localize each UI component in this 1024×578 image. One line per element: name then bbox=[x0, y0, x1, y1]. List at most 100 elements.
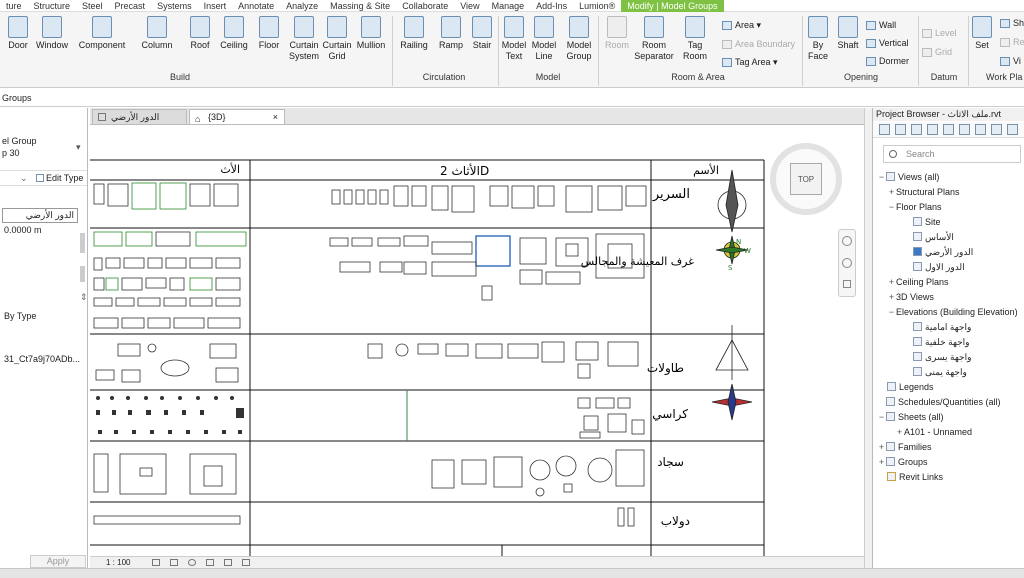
close-tab-icon[interactable]: × bbox=[273, 110, 278, 124]
link-icon[interactable] bbox=[1007, 124, 1018, 135]
tree-plan-site[interactable]: Site bbox=[913, 216, 941, 228]
legend-icon[interactable] bbox=[943, 124, 954, 135]
properties-scroll-thumb[interactable] bbox=[80, 266, 85, 282]
model-text-button[interactable]: Model Text bbox=[500, 16, 528, 62]
tree-elev-right[interactable]: واجهة يمنى bbox=[913, 366, 967, 378]
tab-structure[interactable]: Structure bbox=[28, 0, 77, 12]
tree-plan-ground-floor[interactable]: الدور الأرضي bbox=[913, 246, 973, 258]
tree-sheets[interactable]: − Sheets (all) bbox=[877, 411, 944, 423]
drawing-canvas[interactable]: الأثاث 2D الأث الأسم السرير غرف المعيشة … bbox=[90, 125, 864, 556]
apply-button[interactable]: Apply bbox=[30, 555, 86, 568]
tab-ground-floor-view[interactable]: الدور الأرضي bbox=[92, 109, 187, 125]
railing-button[interactable]: Railing bbox=[398, 16, 430, 51]
tab-view[interactable]: View bbox=[454, 0, 485, 12]
visual-style-icon[interactable] bbox=[170, 559, 178, 566]
tree-groups[interactable]: + Groups bbox=[877, 456, 928, 468]
dormer-button[interactable]: Dormer bbox=[866, 56, 909, 67]
tab-analyze[interactable]: Analyze bbox=[280, 0, 324, 12]
roof-button[interactable]: Roof bbox=[186, 16, 214, 51]
tab-collaborate[interactable]: Collaborate bbox=[396, 0, 454, 12]
type-selector-chevron-icon[interactable]: ▾ bbox=[76, 142, 81, 153]
tab-annotate[interactable]: Annotate bbox=[232, 0, 280, 12]
ceiling-button[interactable]: Ceiling bbox=[218, 16, 250, 51]
tab-3d-view[interactable]: ⌂ {3D} × bbox=[189, 109, 285, 125]
canvas-vertical-scrollbar[interactable] bbox=[864, 108, 872, 568]
by-face-button[interactable]: By Face bbox=[806, 16, 830, 62]
tree-views-all[interactable]: − Views (all) bbox=[877, 171, 939, 183]
tree-3d-views[interactable]: +3D Views bbox=[887, 291, 934, 303]
show-workplane-button[interactable]: Sh bbox=[1000, 18, 1024, 29]
vertical-opening-button[interactable]: Vertical bbox=[866, 38, 909, 49]
area-boundary-button[interactable]: Area Boundary bbox=[722, 39, 795, 50]
group-icon[interactable] bbox=[991, 124, 1002, 135]
tree-elev-front[interactable]: واجهة امامية bbox=[913, 321, 971, 333]
crop-view-icon[interactable] bbox=[224, 559, 232, 566]
viewcube-top-face[interactable]: TOP bbox=[790, 163, 822, 195]
tab-lumion[interactable]: Lumion® bbox=[573, 0, 621, 12]
zoom-icon[interactable] bbox=[842, 258, 852, 268]
column-button[interactable]: Column bbox=[140, 16, 174, 51]
steering-wheel-icon[interactable] bbox=[842, 236, 852, 246]
edit-type-button[interactable]: Edit Type bbox=[36, 173, 83, 183]
tab-modify-model-groups[interactable]: Modify | Model Groups bbox=[621, 0, 724, 12]
type-selector-line1[interactable]: el Group bbox=[2, 136, 37, 146]
room-button[interactable]: Room bbox=[602, 16, 632, 51]
ref-plane-button[interactable]: Re bbox=[1000, 37, 1024, 48]
tree-families[interactable]: + Families bbox=[877, 441, 932, 453]
tab-manage[interactable]: Manage bbox=[486, 0, 531, 12]
tree-elev-back[interactable]: واجهة خلفية bbox=[913, 336, 970, 348]
tree-plan-foundation[interactable]: الأساس bbox=[913, 231, 954, 243]
properties-scroll-thumb[interactable] bbox=[80, 233, 85, 253]
tag-room-button[interactable]: Tag Room bbox=[680, 16, 710, 62]
component-button[interactable]: Component bbox=[76, 16, 128, 51]
tab-systems[interactable]: Systems bbox=[151, 0, 198, 12]
tree-structural-plans[interactable]: + Structural Plans bbox=[887, 186, 960, 198]
level-field[interactable]: الدور الأرضي bbox=[2, 208, 78, 223]
area-button[interactable]: Area ▾ bbox=[722, 20, 761, 31]
home-icon[interactable] bbox=[879, 124, 890, 135]
model-group-button[interactable]: Model Group bbox=[564, 16, 594, 62]
tree-elev-left[interactable]: واجهة يسرى bbox=[913, 351, 971, 363]
expand-icon[interactable]: ⇕ bbox=[80, 292, 87, 303]
tab-insert[interactable]: Insert bbox=[198, 0, 233, 12]
instance-filter-chevron-icon[interactable]: ⌄ bbox=[20, 173, 28, 184]
grid-button[interactable]: Grid bbox=[922, 47, 952, 58]
ramp-button[interactable]: Ramp bbox=[436, 16, 466, 51]
temporary-hide-icon[interactable] bbox=[242, 559, 250, 566]
window-button[interactable]: Window bbox=[34, 16, 70, 51]
tag-area-button[interactable]: Tag Area ▾ bbox=[722, 57, 778, 68]
shadows-icon[interactable] bbox=[206, 559, 214, 566]
family-icon[interactable] bbox=[975, 124, 986, 135]
tree-floor-plans[interactable]: − Floor Plans bbox=[887, 201, 942, 213]
type-selector-line2[interactable]: p 30 bbox=[2, 148, 20, 158]
sun-path-icon[interactable] bbox=[188, 559, 196, 566]
shaft-button[interactable]: Shaft bbox=[834, 16, 862, 51]
detail-level-icon[interactable] bbox=[152, 559, 160, 566]
3d-icon[interactable] bbox=[895, 124, 906, 135]
tree-plan-first-floor[interactable]: الدور الاول bbox=[913, 261, 965, 273]
section-icon[interactable] bbox=[911, 124, 922, 135]
tab-add-ins[interactable]: Add-Ins bbox=[530, 0, 573, 12]
tab-precast[interactable]: Precast bbox=[109, 0, 152, 12]
wall-opening-button[interactable]: Wall bbox=[866, 20, 896, 31]
tree-revit-links[interactable]: Revit Links bbox=[887, 471, 943, 483]
tab-massing-site[interactable]: Massing & Site bbox=[324, 0, 396, 12]
model-line-button[interactable]: Model Line bbox=[530, 16, 558, 62]
tree-schedules[interactable]: Schedules/Quantities (all) bbox=[877, 396, 1001, 408]
curtain-system-button[interactable]: Curtain System bbox=[288, 16, 320, 62]
browser-search-input[interactable]: Search bbox=[883, 145, 1021, 163]
sheet-icon[interactable] bbox=[927, 124, 938, 135]
scale-value[interactable]: 1 : 100 bbox=[106, 558, 130, 567]
level-button[interactable]: Level bbox=[922, 28, 957, 39]
door-button[interactable]: Door bbox=[4, 16, 32, 51]
schedule-icon[interactable] bbox=[959, 124, 970, 135]
stair-button[interactable]: Stair bbox=[468, 16, 496, 51]
tab-steel[interactable]: Steel bbox=[76, 0, 109, 12]
pan-icon[interactable] bbox=[843, 280, 851, 288]
viewcube[interactable]: TOP bbox=[770, 143, 842, 215]
tab-architecture[interactable]: ture bbox=[0, 0, 28, 12]
tree-ceiling-plans[interactable]: + Ceiling Plans bbox=[887, 276, 949, 288]
origin-offset-value[interactable]: 0.0000 m bbox=[4, 225, 42, 235]
curtain-grid-button[interactable]: Curtain Grid bbox=[322, 16, 352, 62]
tree-elevations[interactable]: − Elevations (Building Elevation) bbox=[887, 306, 1018, 318]
